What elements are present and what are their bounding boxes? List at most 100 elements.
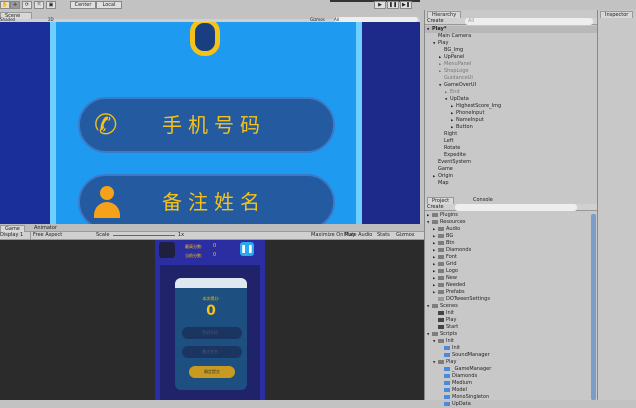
project-create-button[interactable]: Create [427,204,444,211]
rect-tool-icon[interactable]: ▣ [46,1,56,9]
tab-game[interactable]: Game [0,225,25,232]
rotate-tool-icon[interactable]: ⟳ [22,1,32,9]
tree-item[interactable]: Rotate [425,145,597,152]
tree-item[interactable]: Init [425,310,590,317]
tree-item[interactable]: ▼ Play [425,359,590,366]
tree-item[interactable]: Game [425,166,597,173]
tree-item[interactable]: ▶ MenuPanel [425,61,597,68]
tab-project[interactable]: Project [427,197,455,204]
tree-item[interactable]: EventSystem [425,159,597,166]
tree-item-label: Btn [446,240,455,246]
phone-input[interactable]: 手机号码 [182,327,242,339]
tree-item[interactable]: Left [425,138,597,145]
tree-item[interactable]: DOTweenSettings [425,296,590,303]
pause-icon[interactable]: ❚❚ [240,242,254,256]
tree-item-label: Play [438,40,449,46]
tree-item[interactable]: ▼ Init [425,338,590,345]
tree-item[interactable]: Main Camera [425,33,597,40]
hierarchy-create-button[interactable]: Create [427,18,444,25]
tree-item[interactable]: ▶ NameInput [425,117,597,124]
tree-item[interactable]: ▶ Needed [425,282,590,289]
tree-item[interactable]: ▼ Scripts [425,331,590,338]
tree-item[interactable]: _GameManager [425,366,590,373]
tree-item-label: Logo [446,268,458,274]
tree-item[interactable]: ▶ End [425,89,597,96]
game-view[interactable]: 最高分数: 0 当前分数: 0 ❚❚ 本次得分: 0 手机号码 备注姓名 确定提… [0,240,424,400]
tree-item-label: Play [446,359,457,365]
tab-inspector[interactable]: Inspector [600,11,634,18]
tree-item-label: Play* [432,26,447,32]
tree-item[interactable]: BG_Img [425,47,597,54]
tree-item[interactable]: ▶ New [425,275,590,282]
hierarchy-search-input[interactable]: All [465,18,593,25]
tree-item[interactable]: ▶ Button [425,124,597,131]
tree-item[interactable]: ▼ Resources [425,219,590,226]
tree-item[interactable]: ▶ Font [425,254,590,261]
aspect-dropdown[interactable]: Free Aspect [30,232,90,239]
current-score-value: 0 [213,252,217,258]
stats-toggle[interactable]: Stats [377,232,390,239]
project-search-input[interactable] [455,204,577,211]
tree-item[interactable]: ▶ Grid [425,261,590,268]
tree-item[interactable]: Expedite [425,152,597,159]
name-input[interactable]: 备注姓名 [182,346,242,358]
step-button[interactable]: ▶❚ [400,1,412,9]
submit-button[interactable]: 确定提交 [189,366,235,378]
tree-item[interactable]: ▶ BG [425,233,590,240]
project-scrollbar[interactable] [591,214,596,400]
play-button[interactable]: ▶ [374,1,386,9]
tree-item[interactable]: SoundManager [425,352,590,359]
tree-item[interactable]: ▶ ShopLogo [425,68,597,75]
tree-item[interactable]: Medium [425,380,590,387]
scene-phone-field[interactable]: ✆ 手机号码 [78,97,335,153]
tree-item[interactable]: ▶ Audio [425,226,590,233]
tree-item[interactable]: GuidanceUI [425,75,597,82]
move-tool-icon[interactable]: ✛ [10,1,20,9]
hand-tool-icon[interactable]: ✋ [0,1,10,9]
pivot-local-button[interactable]: Local [96,1,122,9]
tree-item[interactable]: Map [425,180,597,187]
tree-item-label: NameInput [456,117,484,123]
tree-item[interactable]: Init [425,345,590,352]
tree-item-label: Diamonds [452,373,478,379]
game-gizmos-dropdown[interactable]: Gizmos [396,232,414,239]
tree-item[interactable]: Diamonds [425,373,590,380]
tree-item[interactable]: ▶ Btn [425,240,590,247]
scale-tool-icon[interactable]: ⤧ [34,1,44,9]
tree-item[interactable]: ▼ Play* [425,26,597,33]
tree-item[interactable]: ▶ Prefabs [425,289,590,296]
tree-item[interactable]: ▶ Logo [425,268,590,275]
tree-item[interactable]: Play [425,317,590,324]
pause-button[interactable]: ❚❚ [387,1,399,9]
tab-console[interactable]: Console [473,197,493,204]
tree-item[interactable]: ▶ HighestScore_Img [425,103,597,110]
scene-name-field[interactable]: 备注姓名 [78,174,335,224]
tree-item[interactable]: ▼ Play [425,40,597,47]
tree-item[interactable]: ▶ Origin [425,173,597,180]
best-score-value: 0 [213,243,217,249]
tree-item[interactable]: Model [425,387,590,394]
mute-audio-toggle[interactable]: Mute Audio [344,232,372,239]
tree-item[interactable]: Start [425,324,590,331]
tree-item[interactable]: ▶ PhoneInput [425,110,597,117]
tree-item-label: Main Camera [438,33,472,39]
tree-item-label: Right [444,131,458,137]
display-dropdown[interactable]: Display 1 [0,232,23,239]
tab-hierarchy[interactable]: Hierarchy [427,11,462,18]
tree-item[interactable]: ▼ UpData [425,96,597,103]
pivot-center-button[interactable]: Center [70,1,96,9]
tree-item[interactable]: ▼ GameOverUI [425,82,597,89]
tree-item[interactable]: ▼ Scenes [425,303,590,310]
tree-item-label: GameOverUI [444,82,477,88]
tree-item[interactable]: ▶ Diamonds [425,247,590,254]
tree-item[interactable]: UpData [425,401,590,408]
scene-view[interactable]: 0 ✆ 手机号码 备注姓名 [0,22,420,224]
scale-slider[interactable] [113,235,175,236]
game-toolbar: Display 1 Free Aspect Scale 1x Maximize … [0,232,424,240]
name-placeholder: 备注姓名 [202,349,218,354]
tree-item[interactable]: Right [425,131,597,138]
tab-animator[interactable]: Animator [34,225,57,232]
tree-item[interactable]: ▶ UpPanel [425,54,597,61]
tree-item-label: Font [446,254,457,260]
tree-item[interactable]: ▶ Plugins [425,212,590,219]
